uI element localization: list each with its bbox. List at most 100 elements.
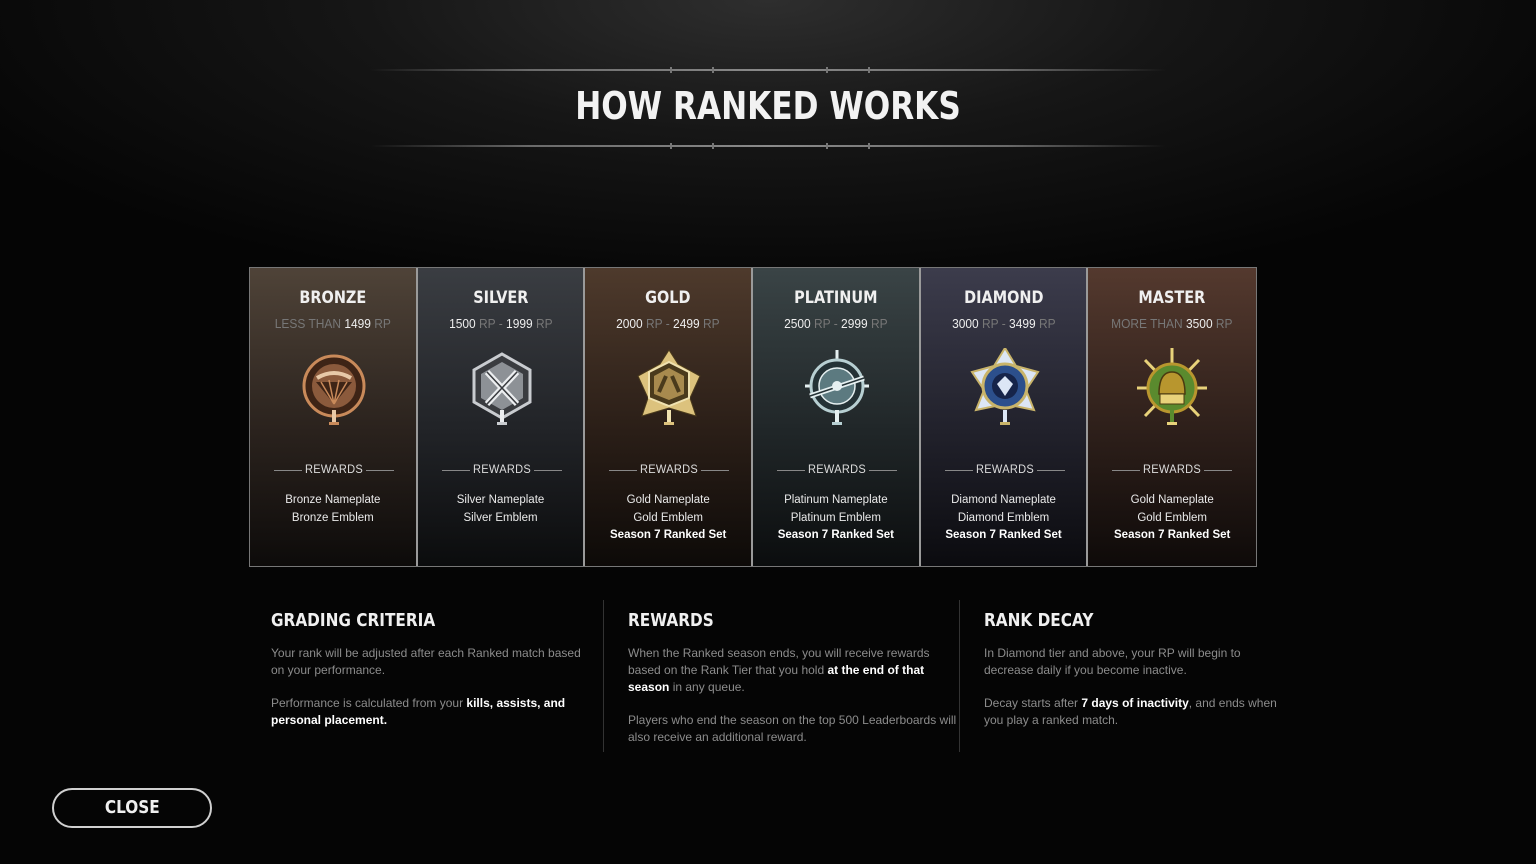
rewards-paragraph: When the Ranked season ends, you will re… <box>628 645 959 696</box>
divider-line <box>1036 470 1065 471</box>
grading-criteria-section: GRADING CRITERIA Your rank will be adjust… <box>271 600 591 752</box>
text-segment: in any queue. <box>669 680 745 694</box>
tier-card-diamond: DIAMOND 3000 RP - 3499 RP REWARDS Diamond … <box>920 268 1089 566</box>
reward-item: Gold Emblem <box>1137 511 1208 524</box>
tier-card-gold: GOLD 2000 RP - 2499 RP REWARDS Gold Namepl… <box>585 268 754 566</box>
rank-decay-paragraph: In Diamond tier and above, your RP will … <box>984 645 1289 679</box>
text-segment: In Diamond tier and above, your RP will … <box>984 646 1241 677</box>
title-divider-top <box>370 67 1166 73</box>
grading-criteria-heading: GRADING CRITERIA <box>271 610 436 631</box>
reward-list: Gold Nameplate Gold Emblem Season 7 Ranked… <box>585 492 751 545</box>
rank-decay-paragraph: Decay starts after 7 days of inactivity,… <box>984 695 1289 729</box>
tier-card-platinum: PLATINUM 2500 RP - 2999 RP REWARDS Platinu… <box>753 268 921 566</box>
grading-criteria-paragraph: Your rank will be adjusted after each Ra… <box>271 645 591 679</box>
reward-item: Gold Nameplate <box>1130 494 1214 506</box>
silver-emblem-icon <box>467 348 537 428</box>
tier-rp-range: 3000 RP - 3499 RP <box>927 316 1079 331</box>
rp-range-segment: 2499 <box>673 316 700 331</box>
reward-item: Gold Emblem <box>633 511 704 524</box>
rp-range-segment: RP - <box>475 316 506 331</box>
rp-range-segment: 2500 <box>784 316 811 331</box>
rewards-label: REWARDS <box>305 462 363 476</box>
reward-item: Platinum Nameplate <box>784 494 888 506</box>
divider-line <box>869 470 898 471</box>
close-button-label: CLOSE <box>104 797 160 818</box>
gold-emblem-icon <box>634 348 704 428</box>
rp-range-segment: RP <box>532 316 553 331</box>
rp-range-segment: 2000 <box>616 316 644 331</box>
tier-name: BRONZE <box>299 288 367 308</box>
text-segment: Your rank will be adjusted after each Ra… <box>271 646 581 677</box>
text-segment: Decay starts after <box>984 696 1082 710</box>
tier-rp-range: 2500 RP - 2999 RP <box>760 316 912 331</box>
tier-card-bronze: BRONZE LESS THAN 1499 RP REWARDS Bronze Na… <box>250 268 418 566</box>
close-button[interactable]: CLOSE <box>52 788 212 828</box>
grading-criteria-paragraph: Performance is calculated from your kill… <box>271 695 591 729</box>
rp-range-segment: MORE THAN <box>1111 316 1187 331</box>
rp-range-segment: RP <box>1035 316 1056 331</box>
bronze-emblem-icon <box>299 348 369 428</box>
rewards-divider: REWARDS <box>609 462 730 478</box>
rp-range-segment: RP <box>370 316 391 331</box>
reward-item: Bronze Emblem <box>291 511 374 524</box>
rewards-divider: REWARDS <box>777 462 898 478</box>
rank-decay-heading: RANK DECAY <box>984 610 1094 631</box>
text-segment: Performance is calculated from your <box>271 696 467 710</box>
divider-line <box>1204 470 1233 471</box>
rewards-paragraph: Players who end the season on the top 50… <box>628 712 959 746</box>
reward-item: Gold Nameplate <box>626 494 710 506</box>
tier-name: PLATINUM <box>794 288 878 308</box>
divider-line <box>533 470 562 471</box>
tier-card-silver: SILVER 1500 RP - 1999 RP REWARDS Silver Na… <box>417 268 586 566</box>
reward-item: Silver Nameplate <box>456 494 545 506</box>
divider-line <box>701 470 730 471</box>
reward-item: Diamond Emblem <box>957 511 1050 524</box>
divider-line <box>366 470 394 471</box>
rp-range-segment: 3000 <box>951 316 979 331</box>
rp-range-segment: 1500 <box>448 316 476 331</box>
tier-name: GOLD <box>645 288 691 308</box>
reward-item: Bronze Nameplate <box>285 494 381 506</box>
rewards-divider: REWARDS <box>1112 462 1233 478</box>
rewards-heading: REWARDS <box>628 610 714 631</box>
rank-decay-section: RANK DECAY In Diamond tier and above, you… <box>959 600 1289 752</box>
tier-rp-range: MORE THAN 3500 RP <box>1095 316 1249 331</box>
rp-range-segment: RP - <box>978 316 1009 331</box>
reward-item: Diamond Nameplate <box>951 494 1056 506</box>
rp-range-segment: RP <box>867 316 888 331</box>
rewards-label: REWARDS <box>472 462 531 476</box>
rewards-divider: REWARDS <box>441 462 562 478</box>
rewards-section: REWARDS When the Ranked season ends, you … <box>603 600 959 752</box>
rank-tiers-panel: BRONZE LESS THAN 1499 RP REWARDS Bronze Na… <box>249 267 1257 567</box>
rp-range-segment: LESS THAN <box>274 316 345 331</box>
rp-range-segment: 1499 <box>344 316 371 331</box>
page-title: HOW RANKED WORKS <box>575 84 961 128</box>
rp-range-segment: RP - <box>810 316 842 331</box>
reward-item: Season 7 Ranked Set <box>945 529 1062 541</box>
reward-list: Gold Nameplate Gold Emblem Season 7 Ranked… <box>1088 492 1256 545</box>
tier-name: SILVER <box>472 288 529 308</box>
tier-rp-range: 2000 RP - 2499 RP <box>592 316 744 331</box>
rewards-label: REWARDS <box>640 462 699 476</box>
tier-rp-range: LESS THAN 1499 RP <box>257 316 409 331</box>
reward-list: Diamond Nameplate Diamond Emblem Season 7 … <box>921 492 1087 545</box>
reward-item: Season 7 Ranked Set <box>610 529 727 541</box>
rewards-divider: REWARDS <box>274 462 394 478</box>
tier-name: DIAMOND <box>963 288 1044 308</box>
title-banner: HOW RANKED WORKS <box>0 60 1536 160</box>
rewards-label: REWARDS <box>975 462 1034 476</box>
rp-range-segment: 1999 <box>505 316 533 331</box>
reward-list: Silver Nameplate Silver Emblem <box>418 492 584 527</box>
rp-range-segment: RP <box>699 316 720 331</box>
rewards-label: REWARDS <box>808 462 866 476</box>
title-divider-bottom <box>370 143 1166 149</box>
reward-list: Bronze Nameplate Bronze Emblem <box>250 492 416 527</box>
rewards-label: REWARDS <box>1143 462 1202 476</box>
master-emblem-icon <box>1137 348 1208 428</box>
tier-card-master: MASTER MORE THAN 3500 RP REWARDS Gold Name… <box>1088 268 1257 566</box>
reward-item: Season 7 Ranked Set <box>777 529 895 541</box>
rp-range-segment: RP <box>1212 316 1233 331</box>
reward-item: Platinum Emblem <box>790 511 881 524</box>
tier-rp-range: 1500 RP - 1999 RP <box>424 316 576 331</box>
text-segment: Players who end the season on the top 50… <box>628 713 957 744</box>
